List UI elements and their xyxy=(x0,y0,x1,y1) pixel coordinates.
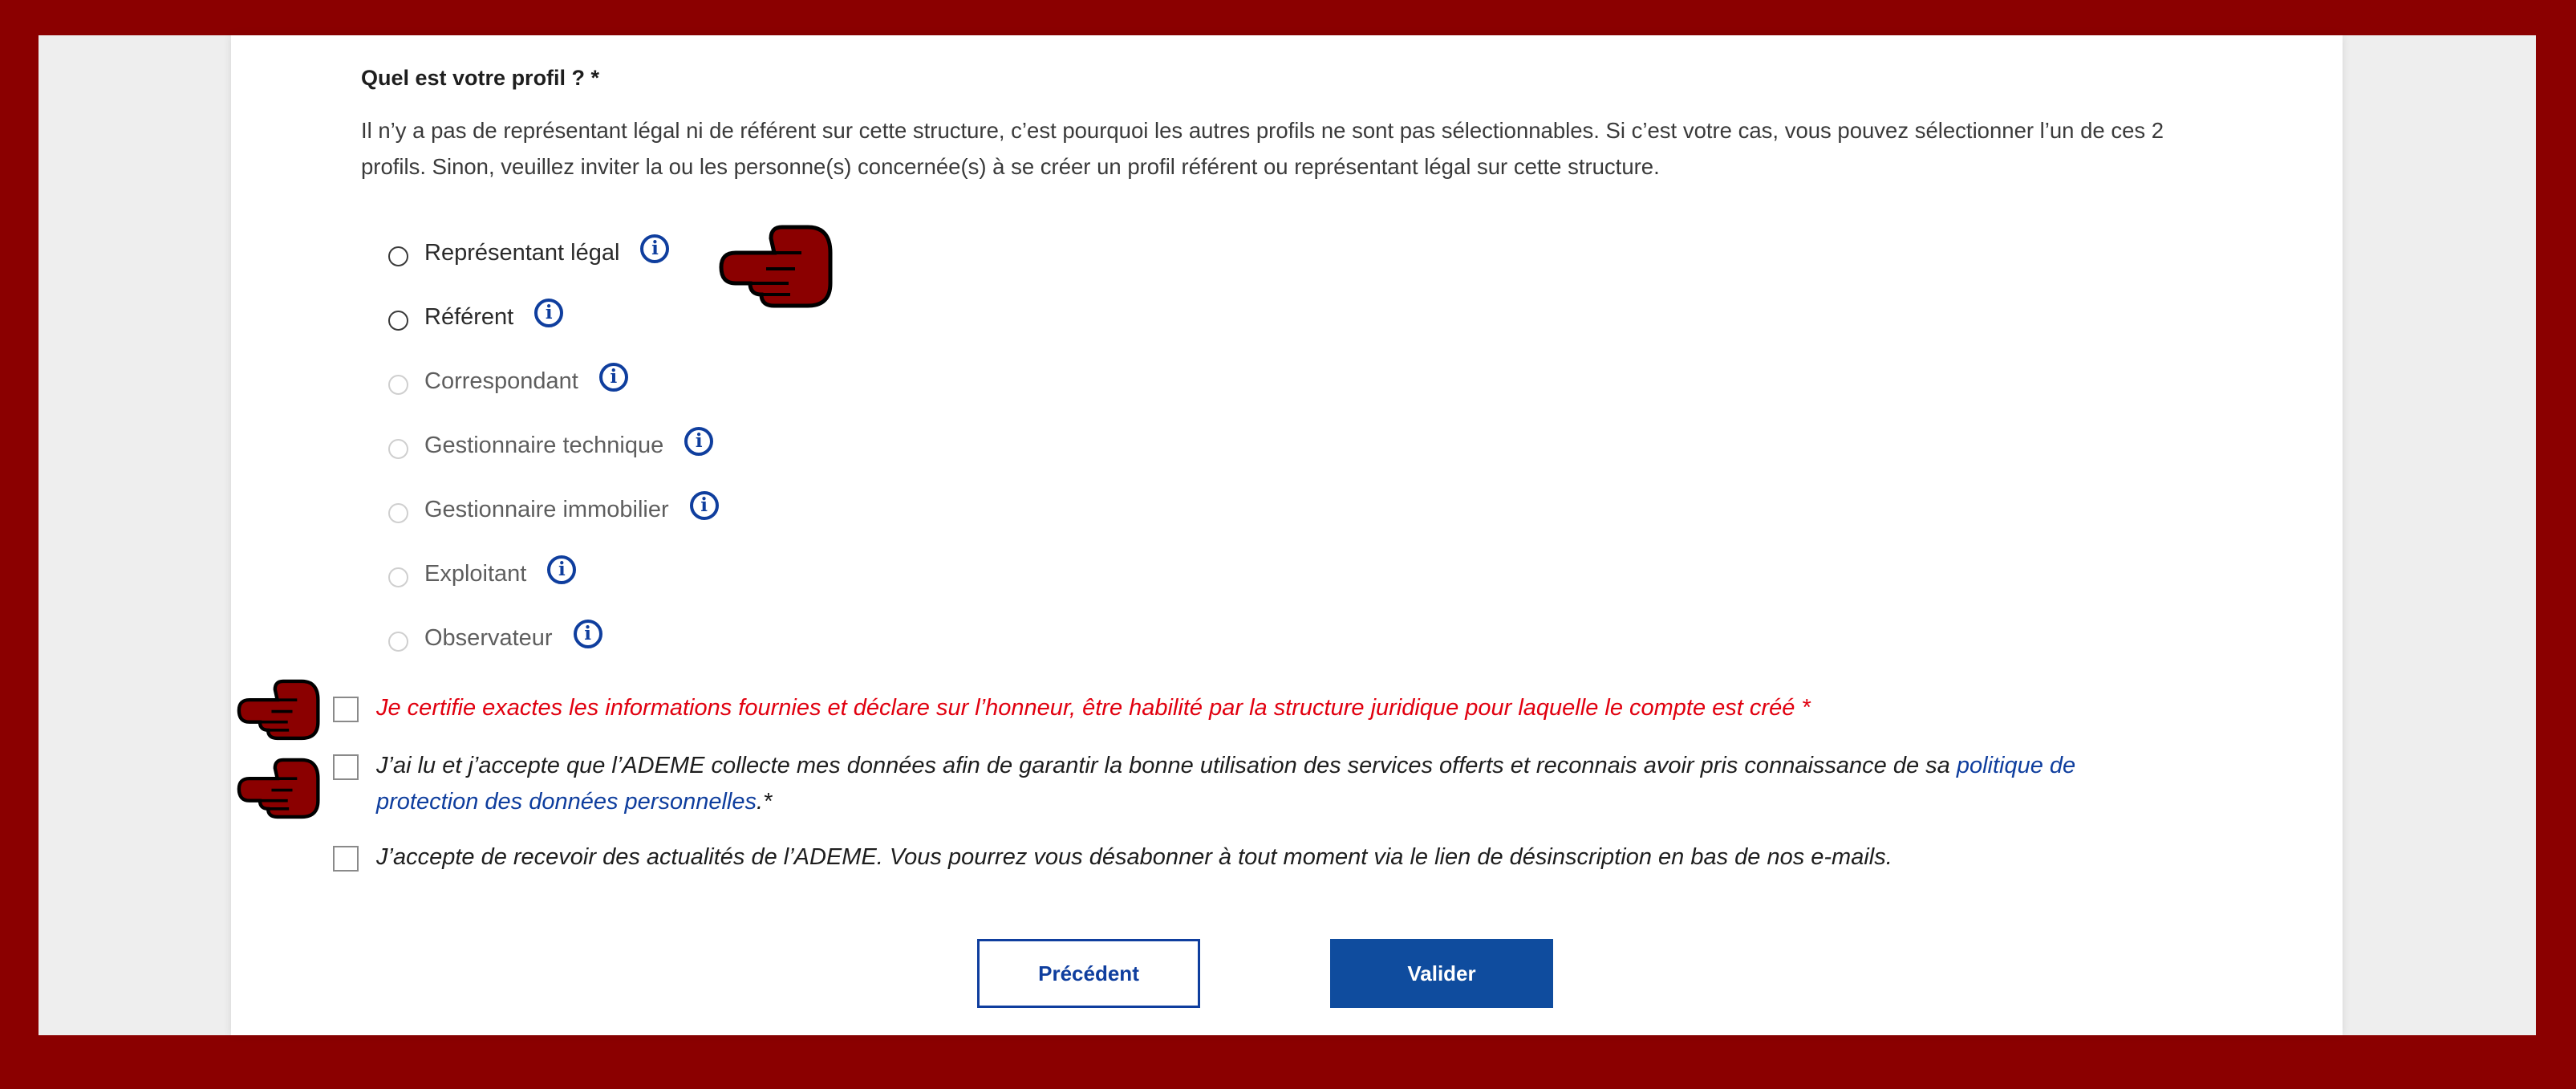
info-icon[interactable]: i xyxy=(689,491,719,520)
profile-option-exploitant: Exploitant i xyxy=(388,542,719,606)
radio-button xyxy=(388,502,408,523)
certify-row: Je certifie exactes les informations fou… xyxy=(333,695,1811,726)
info-icon[interactable]: i xyxy=(534,299,564,327)
option-label: Gestionnaire immobilier xyxy=(424,496,669,522)
option-label: Référent xyxy=(424,303,514,330)
info-icon[interactable]: i xyxy=(640,234,670,263)
consent-checkbox[interactable] xyxy=(333,754,359,780)
consent-suffix: .* xyxy=(757,789,773,815)
pointing-hand-icon xyxy=(237,758,320,819)
consent-label: J’ai lu et j’accepte que l’ADEME collect… xyxy=(376,748,2162,820)
profile-radio-group: Représentant légal i Référent i Correspo… xyxy=(388,221,719,670)
profile-option-gestionnaire-immobilier: Gestionnaire immobilier i xyxy=(388,477,719,542)
profile-option-gestionnaire-technique: Gestionnaire technique i xyxy=(388,413,719,477)
pointing-hand-icon xyxy=(237,679,320,741)
radio-button xyxy=(388,567,408,587)
newsletter-label: J’accepte de recevoir des actualités de … xyxy=(376,844,1892,870)
question-title: Quel est votre profil ? * xyxy=(361,66,600,90)
option-label: Observateur xyxy=(424,624,553,651)
option-label: Représentant légal xyxy=(424,239,620,266)
consent-row: J’ai lu et j’accepte que l’ADEME collect… xyxy=(333,753,2162,820)
info-icon[interactable]: i xyxy=(684,427,714,456)
info-icon[interactable]: i xyxy=(573,620,602,648)
profile-option-representant-legal[interactable]: Représentant légal i xyxy=(388,221,719,285)
option-label: Exploitant xyxy=(424,560,527,587)
radio-button[interactable] xyxy=(388,246,408,266)
option-label: Correspondant xyxy=(424,368,578,394)
certify-checkbox[interactable] xyxy=(333,697,359,722)
info-icon[interactable]: i xyxy=(598,363,628,392)
pointing-hand-icon xyxy=(719,225,833,308)
radio-button[interactable] xyxy=(388,310,408,331)
newsletter-row: J’accepte de recevoir des actualités de … xyxy=(333,844,1892,876)
certify-label: Je certifie exactes les informations fou… xyxy=(376,695,1811,721)
radio-button xyxy=(388,374,408,395)
profile-option-correspondant: Correspondant i xyxy=(388,349,719,413)
profile-option-observateur: Observateur i xyxy=(388,606,719,670)
radio-button xyxy=(388,631,408,652)
consent-text: J’ai lu et j’accepte que l’ADEME collect… xyxy=(376,753,1950,778)
profile-option-referent[interactable]: Référent i xyxy=(388,285,719,349)
option-label: Gestionnaire technique xyxy=(424,432,664,458)
submit-button[interactable]: Valider xyxy=(1330,939,1553,1008)
newsletter-checkbox[interactable] xyxy=(333,846,359,872)
radio-button xyxy=(388,438,408,459)
info-text: Il n’y a pas de représentant légal ni de… xyxy=(361,118,2164,179)
info-icon[interactable]: i xyxy=(547,555,577,584)
previous-button[interactable]: Précédent xyxy=(977,939,1200,1008)
